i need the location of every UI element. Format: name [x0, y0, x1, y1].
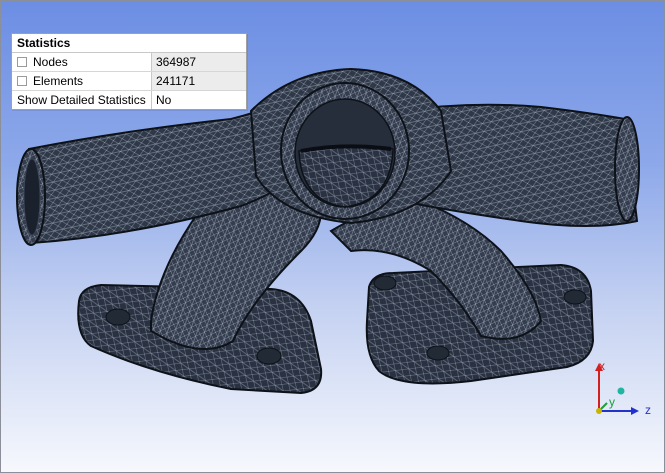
triad-z-label: z	[645, 403, 651, 417]
elements-parameter-checkbox[interactable]	[17, 76, 27, 86]
stats-row-nodes: Nodes 364987	[12, 53, 246, 72]
top-opening	[280, 82, 410, 220]
nodes-parameter-checkbox[interactable]	[17, 57, 27, 67]
graphics-viewport[interactable]: Statistics Nodes 364987 Elements 241171 …	[0, 0, 665, 473]
nodes-value: 364987	[152, 53, 246, 71]
detailed-statistics-label: Show Detailed Statistics	[17, 93, 146, 107]
stats-row-detailed: Show Detailed Statistics No	[12, 91, 246, 109]
elements-value: 241171	[152, 72, 246, 90]
statistics-panel: Statistics Nodes 364987 Elements 241171 …	[11, 33, 247, 110]
triad-x-label: x	[599, 359, 605, 373]
elements-label: Elements	[33, 74, 84, 88]
triad-y-label: y	[609, 395, 615, 409]
nodes-label: Nodes	[33, 55, 68, 69]
detailed-statistics-dropdown[interactable]: No	[152, 91, 246, 109]
coordinate-triad[interactable]: x y z	[587, 355, 659, 421]
statistics-title: Statistics	[12, 34, 246, 53]
stats-row-elements: Elements 241171	[12, 72, 246, 91]
